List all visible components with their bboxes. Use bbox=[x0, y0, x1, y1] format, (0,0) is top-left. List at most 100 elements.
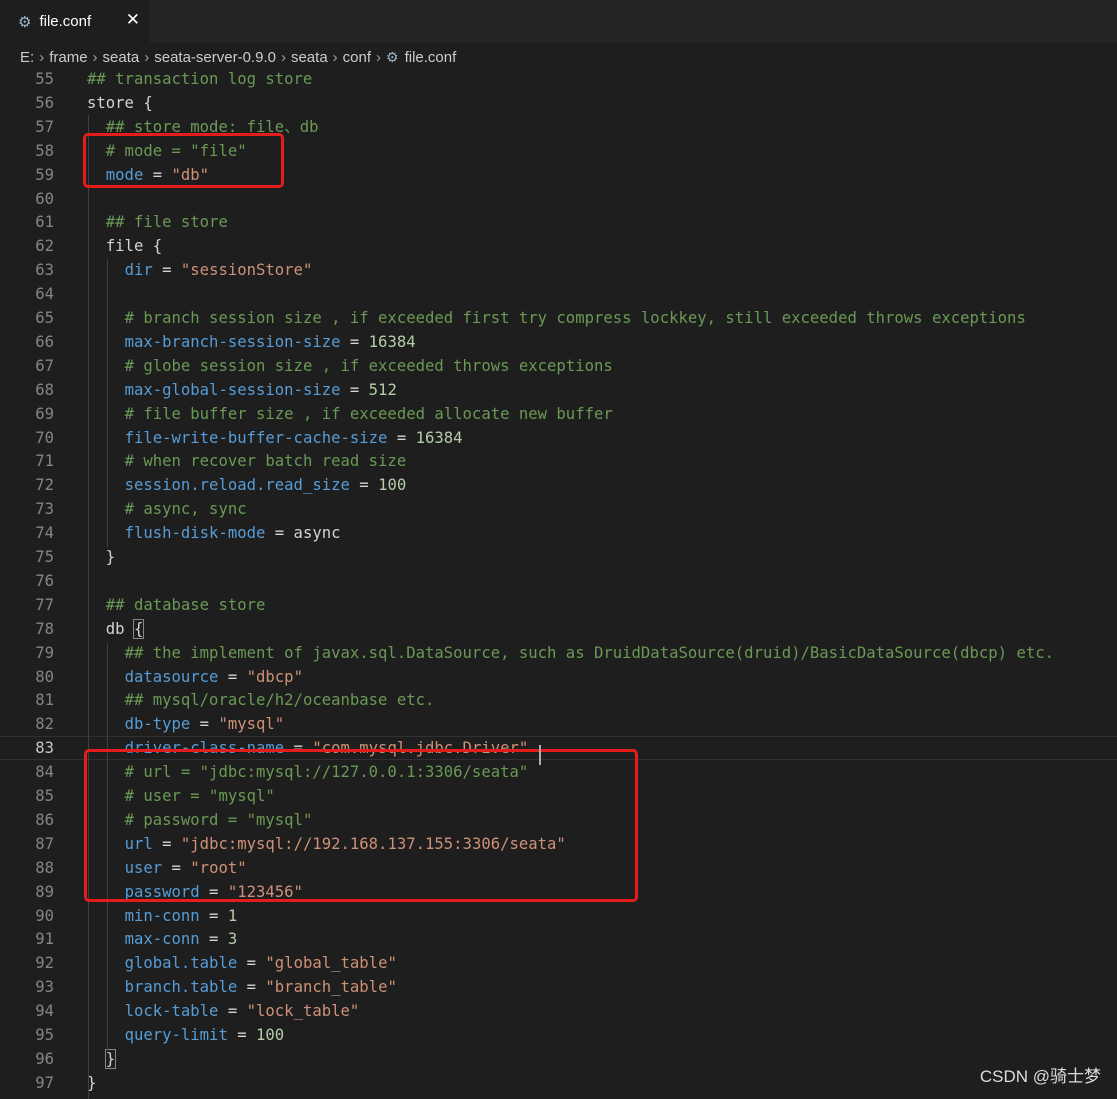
line-number: 77 bbox=[35, 595, 54, 614]
code-line[interactable]: 82 db-type = "mysql" bbox=[0, 712, 1117, 736]
code-token: = bbox=[340, 332, 369, 351]
code-line[interactable]: 65 # branch session size , if exceeded f… bbox=[0, 306, 1117, 330]
code-token: ## transaction log store bbox=[87, 70, 313, 88]
code-text: # async, sync bbox=[87, 497, 247, 521]
code-line[interactable]: 96 } bbox=[0, 1047, 1117, 1071]
line-number: 79 bbox=[35, 643, 54, 662]
code-line[interactable]: 80 datasource = "dbcp" bbox=[0, 665, 1117, 689]
code-line[interactable]: 79 ## the implement of javax.sql.DataSou… bbox=[0, 641, 1117, 665]
code-token: = bbox=[199, 906, 228, 925]
code-line[interactable]: 70 file-write-buffer-cache-size = 16384 bbox=[0, 426, 1117, 450]
code-line[interactable]: 74 flush-disk-mode = async bbox=[0, 521, 1117, 545]
code-token: 16384 bbox=[368, 332, 416, 351]
code-line[interactable]: 55 ## transaction log store bbox=[0, 67, 1117, 91]
code-line[interactable]: 94 lock-table = "lock_table" bbox=[0, 999, 1117, 1023]
line-number: 91 bbox=[35, 930, 54, 949]
code-line[interactable]: 71 # when recover batch read size bbox=[0, 449, 1117, 473]
breadcrumb-item[interactable]: file.conf bbox=[405, 49, 457, 66]
code-line[interactable]: 66 max-branch-session-size = 16384 bbox=[0, 330, 1117, 354]
line-number: 75 bbox=[35, 548, 54, 566]
code-line[interactable]: 73 # async, sync bbox=[0, 497, 1117, 521]
code-text: branch.table = "branch_table" bbox=[87, 975, 397, 999]
code-text: session.reload.read_size = 100 bbox=[87, 473, 407, 497]
code-editor[interactable]: 97} 96 } 95 query-limit = 100 94 lock-table… bbox=[0, 67, 1117, 1099]
code-token: # file buffer size , if exceeded allocat… bbox=[124, 404, 613, 423]
code-text: query-limit = 100 bbox=[87, 1023, 285, 1047]
line-number: 72 bbox=[35, 476, 54, 495]
code-line[interactable]: 63 dir = "sessionStore" bbox=[0, 258, 1117, 282]
code-line[interactable]: 93 branch.table = "branch_table" bbox=[0, 975, 1117, 999]
code-token: ## database store bbox=[105, 595, 266, 614]
code-token: # globe session size , if exceeded throw… bbox=[124, 356, 613, 375]
code-text: # when recover batch read size bbox=[87, 449, 407, 473]
code-token: global.table bbox=[124, 954, 238, 973]
code-line[interactable]: 62 file { bbox=[0, 234, 1117, 258]
red-box-mode-setting bbox=[83, 133, 284, 188]
line-number: 97 bbox=[35, 1073, 54, 1092]
code-token: = bbox=[237, 978, 266, 997]
code-token: = bbox=[190, 715, 219, 734]
code-line[interactable]: 92 global.table = "global_table" bbox=[0, 951, 1117, 975]
code-line[interactable]: 68 max-global-session-size = 512 bbox=[0, 378, 1117, 402]
breadcrumb-separator: › bbox=[39, 48, 45, 66]
line-number: 81 bbox=[35, 691, 54, 710]
code-token: = bbox=[152, 261, 181, 280]
code-token: 3 bbox=[227, 930, 238, 949]
code-token: 100 bbox=[378, 476, 407, 495]
line-number: 96 bbox=[35, 1049, 54, 1068]
tab-file-conf[interactable]: ⚙ file.conf ✕ bbox=[0, 0, 150, 43]
close-icon[interactable]: ✕ bbox=[126, 10, 140, 30]
code-line[interactable]: 56 store { bbox=[0, 91, 1117, 115]
code-token: } bbox=[104, 1048, 117, 1069]
code-line[interactable]: 64 bbox=[0, 282, 1117, 306]
line-number: 70 bbox=[35, 428, 54, 447]
code-line[interactable]: 91 max-conn = 3 bbox=[0, 927, 1117, 951]
code-line[interactable]: 97} bbox=[0, 1071, 1117, 1095]
line-number: 88 bbox=[35, 858, 54, 877]
code-text: } bbox=[87, 545, 115, 569]
code-line[interactable]: 95 query-limit = 100 bbox=[0, 1023, 1117, 1047]
code-line[interactable]: 61 ## file store bbox=[0, 210, 1117, 234]
code-token: ## file store bbox=[105, 213, 228, 232]
code-token: 16384 bbox=[415, 428, 463, 447]
code-line[interactable]: 76 bbox=[0, 569, 1117, 593]
line-number: 92 bbox=[35, 954, 54, 973]
breadcrumb-item[interactable]: frame bbox=[49, 49, 87, 66]
line-number: 69 bbox=[35, 404, 54, 423]
code-line[interactable]: 75 } bbox=[0, 545, 1117, 569]
breadcrumb-item[interactable]: seata-server-0.9.0 bbox=[154, 49, 276, 66]
code-token: 512 bbox=[368, 380, 397, 399]
code-line[interactable]: 81 ## mysql/oracle/h2/oceanbase etc. bbox=[0, 688, 1117, 712]
line-number: 82 bbox=[35, 715, 54, 734]
breadcrumb-item[interactable]: seata bbox=[291, 49, 328, 66]
text-cursor bbox=[539, 745, 541, 765]
code-line[interactable]: 90 min-conn = 1 bbox=[0, 904, 1117, 928]
code-token: "dbcp" bbox=[246, 667, 303, 686]
code-token: db-type bbox=[124, 715, 191, 734]
code-token: file { bbox=[87, 237, 163, 256]
line-number: 66 bbox=[35, 332, 54, 351]
code-line[interactable]: 78 db { bbox=[0, 617, 1117, 641]
code-text: db { bbox=[87, 617, 145, 641]
line-number: 95 bbox=[35, 1026, 54, 1044]
line-number: 67 bbox=[35, 356, 54, 375]
line-number: 85 bbox=[35, 787, 54, 805]
code-token: = bbox=[340, 380, 369, 399]
code-text: ## transaction log store bbox=[87, 67, 312, 91]
code-text: ## mysql/oracle/h2/oceanbase etc. bbox=[87, 688, 435, 712]
code-line[interactable]: 67 # globe session size , if exceeded th… bbox=[0, 354, 1117, 378]
code-line[interactable]: 77 ## database store bbox=[0, 593, 1117, 617]
code-line[interactable]: 60 bbox=[0, 187, 1117, 211]
code-line[interactable]: 72 session.reload.read_size = 100 bbox=[0, 473, 1117, 497]
line-number: 94 bbox=[35, 1002, 54, 1021]
line-number: 61 bbox=[35, 213, 54, 232]
breadcrumb-item[interactable]: seata bbox=[103, 49, 140, 66]
breadcrumb-item[interactable]: conf bbox=[343, 49, 371, 66]
breadcrumb-item[interactable]: E: bbox=[20, 49, 34, 66]
code-line[interactable]: 69 # file buffer size , if exceeded allo… bbox=[0, 402, 1117, 426]
